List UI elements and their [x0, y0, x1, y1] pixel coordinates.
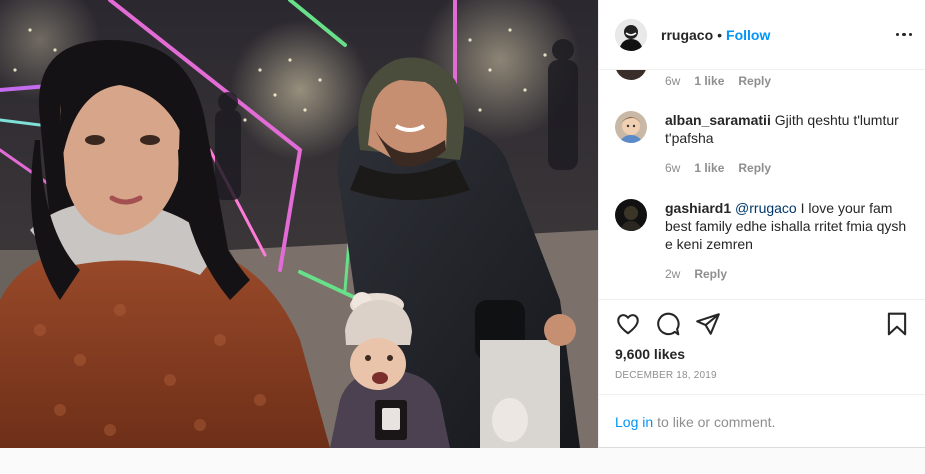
likes-count[interactable]: 9,600 likes: [615, 346, 910, 362]
comment-likes-button[interactable]: 1 like: [694, 159, 724, 177]
post-date: DECEMBER 18, 2019: [615, 370, 717, 381]
instagram-post: rrugaco • Follow 6w 1 like Reply alban_s…: [0, 0, 925, 448]
comments-list[interactable]: 6w 1 like Reply alban_saramatii Gjith qe…: [599, 70, 925, 299]
author-avatar[interactable]: [615, 18, 647, 51]
comment-body: gashiard1 @rrugaco I love your fam best …: [665, 199, 915, 283]
author-username[interactable]: rrugaco: [661, 27, 713, 43]
family-selfie-image: [0, 0, 598, 448]
page-background: [0, 448, 925, 474]
share-icon[interactable]: [695, 311, 721, 337]
comment-avatar[interactable]: [615, 111, 647, 143]
comment-age: 6w: [665, 74, 681, 88]
login-prompt-text: to like or comment.: [657, 413, 776, 430]
reply-button[interactable]: Reply: [738, 74, 771, 88]
follow-button[interactable]: Follow: [726, 27, 770, 43]
header-separator: •: [717, 26, 723, 43]
comment-item: alban_saramatii Gjith qeshtu t'lumtur t'…: [615, 111, 915, 177]
comment-mention-link[interactable]: @rrugaco: [735, 200, 797, 216]
comment-likes-button[interactable]: 1 like: [694, 74, 724, 88]
login-link[interactable]: Log in: [615, 414, 653, 430]
comment-item: gashiard1 @rrugaco I love your fam best …: [615, 199, 915, 283]
comment-body: alban_saramatii Gjith qeshtu t'lumtur t'…: [665, 111, 915, 177]
comment-username[interactable]: alban_saramatii: [665, 112, 771, 128]
reply-button[interactable]: Reply: [694, 265, 727, 283]
login-prompt: Log in to like or comment.: [599, 394, 925, 448]
comment-meta: 6w 1 like Reply: [665, 159, 915, 177]
comment-age: 6w: [665, 161, 681, 175]
post-actions: 9,600 likes DECEMBER 18, 2019: [599, 299, 925, 381]
comment-avatar[interactable]: [615, 199, 647, 231]
comment-age: 2w: [665, 267, 681, 281]
post-header: rrugaco • Follow: [599, 0, 925, 70]
post-side-panel: rrugaco • Follow 6w 1 like Reply alban_s…: [598, 0, 925, 448]
post-photo[interactable]: [0, 0, 598, 448]
comment-username[interactable]: gashiard1: [665, 200, 731, 216]
more-horizontal-icon[interactable]: [894, 27, 915, 43]
comment-meta-partial: 6w 1 like Reply: [665, 74, 771, 88]
comment-meta: 2w Reply: [665, 265, 915, 283]
comment-icon[interactable]: [655, 311, 681, 337]
heart-icon[interactable]: [615, 311, 641, 337]
bookmark-icon[interactable]: [884, 311, 910, 337]
reply-button[interactable]: Reply: [738, 159, 771, 177]
action-icon-row: [615, 310, 910, 338]
comment-avatar-partial[interactable]: [615, 70, 647, 80]
